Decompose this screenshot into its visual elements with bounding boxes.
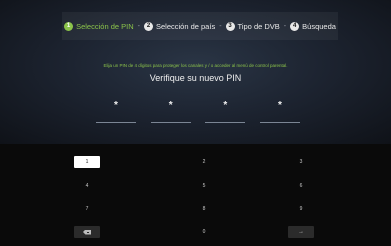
pin-entry: * * * * xyxy=(96,98,300,126)
key-5[interactable]: 5 xyxy=(191,180,217,192)
step-separator: - xyxy=(137,22,140,30)
pin-mask: * xyxy=(168,100,173,111)
step-separator: - xyxy=(283,22,287,30)
backspace-icon xyxy=(83,229,91,235)
step-separator: - xyxy=(219,22,222,30)
step-label: Selección de país xyxy=(155,21,216,31)
key-4[interactable]: 4 xyxy=(74,180,100,192)
step-search: 4 Búsqueda xyxy=(290,21,336,31)
pin-mask: * xyxy=(223,100,228,111)
pin-panel: 1 Selección de PIN - 2 Selección de país… xyxy=(0,0,391,144)
key-6[interactable]: 6 xyxy=(288,180,314,192)
pin-underline xyxy=(205,122,246,123)
step-pin-selection: 1 Selección de PIN xyxy=(64,21,134,31)
step-number: 3 xyxy=(225,21,235,31)
step-number: 1 xyxy=(64,21,74,31)
setup-stepper: 1 Selección de PIN - 2 Selección de país… xyxy=(62,12,338,40)
key-0[interactable]: 0 xyxy=(191,226,217,238)
key-9[interactable]: 9 xyxy=(288,203,314,215)
pin-digit-slot[interactable]: * xyxy=(259,98,300,126)
key-3[interactable]: 3 xyxy=(288,156,314,168)
pin-underline xyxy=(150,122,191,123)
step-country-selection: 2 Selección de país xyxy=(143,21,216,31)
numeric-keypad: 1 2 3 4 5 6 7 8 9 0 → xyxy=(0,144,391,246)
key-7[interactable]: 7 xyxy=(74,203,100,215)
arrow-right-icon: → xyxy=(298,229,304,235)
pin-underline xyxy=(96,122,136,123)
pin-hint-text: Elija un PIN de 4 dígitos para proteger … xyxy=(103,63,288,68)
pin-digit-slot[interactable]: * xyxy=(96,98,136,126)
backspace-button[interactable] xyxy=(74,226,100,238)
pin-digit-slot[interactable]: * xyxy=(150,98,191,126)
step-label: Búsqueda xyxy=(302,21,336,31)
key-8[interactable]: 8 xyxy=(191,203,217,215)
step-label: Tipo de DVB xyxy=(237,21,280,31)
pin-setup-screen: 1 Selección de PIN - 2 Selección de país… xyxy=(0,0,391,246)
step-number: 2 xyxy=(143,21,153,31)
pin-digit-slot[interactable]: * xyxy=(205,98,246,126)
next-button[interactable]: → xyxy=(288,226,314,238)
step-number: 4 xyxy=(290,21,300,31)
page-title: Verifique su nuevo PIN xyxy=(149,73,242,83)
key-2[interactable]: 2 xyxy=(191,156,217,168)
pin-underline xyxy=(259,122,300,123)
pin-mask: * xyxy=(278,100,282,111)
step-dvb-type: 3 Tipo de DVB xyxy=(225,21,280,31)
pin-mask: * xyxy=(114,100,118,111)
step-label: Selección de PIN xyxy=(76,21,134,31)
key-1[interactable]: 1 xyxy=(74,156,100,168)
